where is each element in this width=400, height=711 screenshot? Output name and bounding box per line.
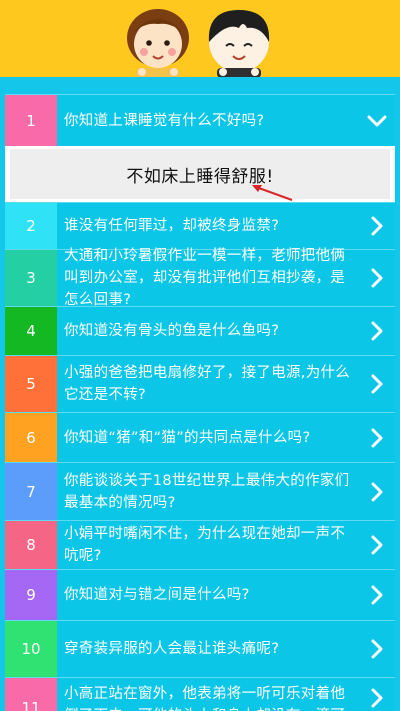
boy-cartoon-image <box>208 10 270 78</box>
row-number: 2 <box>5 203 57 249</box>
arrow-pointer-icon <box>252 185 293 201</box>
chevron-right-icon[interactable] <box>365 621 389 677</box>
question-text: 你能谈谈关于18世纪世界上最伟大的作家们最基本的情况吗? <box>64 472 350 511</box>
chevron-right-icon[interactable] <box>365 521 389 569</box>
chevron-right-icon[interactable] <box>365 413 389 462</box>
question-row-5[interactable]: 5 小强的爸爸把电扇修好了，接了电源,为什么它还是不转? <box>5 355 395 412</box>
question-text: 小强的爸爸把电扇修好了，接了电源,为什么它还是不转? <box>64 365 351 403</box>
chevron-right-icon[interactable] <box>365 250 389 306</box>
row-number: 1 <box>5 95 57 146</box>
chevron-right-icon[interactable] <box>365 356 389 412</box>
chevron-right-icon[interactable] <box>365 570 389 620</box>
question-row-3[interactable]: 3 大通和小玲暑假作业一模一样，老师把他俩叫到办公室，却没有批评他们互相抄袭，是… <box>5 248 395 308</box>
row-number: 8 <box>5 521 57 569</box>
chevron-down-icon[interactable] <box>365 95 389 146</box>
row-number: 9 <box>5 570 57 620</box>
chevron-right-icon[interactable] <box>365 307 389 355</box>
row-number: 7 <box>5 463 57 520</box>
question-text: 谁没有任何罪过，却被终身监禁? <box>64 218 280 234</box>
girl-cartoon-image <box>127 9 189 78</box>
row-number: 5 <box>5 356 57 412</box>
question-row-1[interactable]: 1 你知道上课睡觉有什么不好吗? <box>5 94 395 146</box>
chevron-right-icon[interactable] <box>365 678 389 711</box>
header-banner <box>0 0 400 78</box>
question-row-8[interactable]: 8 小娟平时嘴闲不住，为什么现在她却一声不吭呢? <box>5 520 395 569</box>
question-row-7[interactable]: 7 你能谈谈关于18世纪世界上最伟大的作家们最基本的情况吗? <box>5 462 395 520</box>
question-text: 你知道对与错之间是什么吗? <box>64 587 250 603</box>
app-screen: 1 你知道上课睡觉有什么不好吗? 不如床上睡得舒服! 2 谁没有任何罪过，却被终… <box>0 0 400 711</box>
question-row-11[interactable]: 11 小高正站在窗外，他表弟将一听可乐对着他倒了下去，可他的头上和身上却没有一滴… <box>5 677 395 711</box>
row-number: 10 <box>5 621 57 677</box>
question-text: 你知道没有骨头的鱼是什么鱼吗? <box>64 323 280 339</box>
chevron-right-icon[interactable] <box>365 203 389 249</box>
question-list: 1 你知道上课睡觉有什么不好吗? 不如床上睡得舒服! 2 谁没有任何罪过，却被终… <box>0 77 400 711</box>
question-text: 穿奇装异服的人会最让谁头痛呢? <box>64 641 280 657</box>
question-row-2[interactable]: 2 谁没有任何罪过，却被终身监禁? <box>5 202 395 249</box>
question-text: 大通和小玲暑假作业一模一样，老师把他俩叫到办公室，却没有批评他们互相抄袭，是怎么… <box>64 248 346 308</box>
row-number: 3 <box>5 250 57 306</box>
chevron-right-icon[interactable] <box>365 463 389 520</box>
question-row-4[interactable]: 4 你知道没有骨头的鱼是什么鱼吗? <box>5 306 395 355</box>
row-number: 4 <box>5 307 57 355</box>
question-row-10[interactable]: 10 穿奇装异服的人会最让谁头痛呢? <box>5 620 395 677</box>
answer-panel: 不如床上睡得舒服! <box>5 146 395 202</box>
question-text: 你知道“猪”和“猫”的共同点是什么吗? <box>64 429 311 446</box>
question-row-9[interactable]: 9 你知道对与错之间是什么吗? <box>5 569 395 620</box>
question-text: 你知道上课睡觉有什么不好吗? <box>64 112 265 129</box>
row-number: 11 <box>5 678 57 711</box>
question-text: 小高正站在窗外，他表弟将一听可乐对着他倒了下去，可他的头上和身上却没有一滴可乐汁… <box>64 686 346 711</box>
row-number: 6 <box>5 413 57 462</box>
question-row-6[interactable]: 6 你知道“猪”和“猫”的共同点是什么吗? <box>5 412 395 462</box>
question-text: 小娟平时嘴闲不住，为什么现在她却一声不吭呢? <box>64 526 346 564</box>
